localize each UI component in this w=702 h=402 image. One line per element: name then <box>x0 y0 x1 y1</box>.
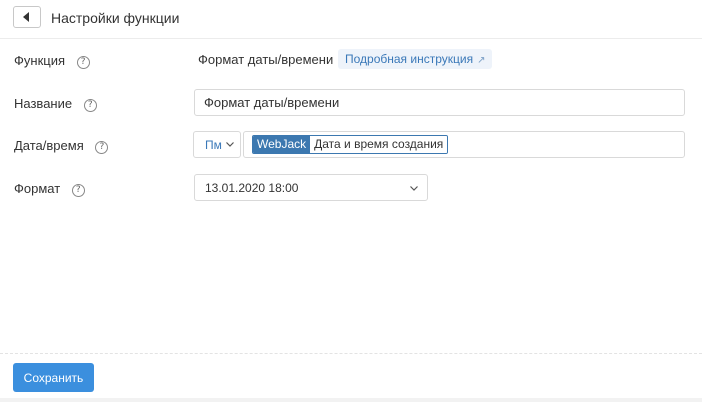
format-label-row: Формат ? <box>14 181 85 197</box>
variable-picker-label: Пм <box>205 138 222 152</box>
documentation-link-text: Подробная инструкция <box>345 52 474 66</box>
help-icon[interactable]: ? <box>83 99 97 112</box>
function-value: Формат даты/времени <box>198 52 334 67</box>
tag-value: Дата и время создания <box>310 136 448 153</box>
datetime-input[interactable]: WebJack Дата и время создания <box>243 131 685 158</box>
help-icon[interactable]: ? <box>71 184 85 197</box>
footer-divider <box>0 353 702 354</box>
name-label-row: Название ? <box>14 96 97 112</box>
save-button[interactable]: Сохранить <box>13 363 94 392</box>
name-input[interactable] <box>194 89 685 116</box>
bottom-border <box>0 398 702 402</box>
page-title: Настройки функции <box>51 10 180 26</box>
header: Настройки функции <box>0 0 702 39</box>
name-label: Название <box>14 96 73 111</box>
documentation-link[interactable]: Подробная инструкция ↗ <box>338 49 493 69</box>
external-link-icon: ↗ <box>477 55 486 66</box>
function-label: Функция <box>14 53 65 68</box>
format-label: Формат <box>14 181 61 196</box>
tag-source: WebJack <box>253 136 311 153</box>
chevron-down-icon <box>410 186 418 191</box>
variable-tag[interactable]: WebJack Дата и время создания <box>252 135 449 154</box>
format-selected-value: 13.01.2020 18:00 <box>205 181 299 195</box>
back-arrow-icon <box>23 12 29 22</box>
back-button[interactable] <box>13 6 41 28</box>
format-select[interactable]: 13.01.2020 18:00 <box>194 174 428 201</box>
datetime-label-row: Дата/время ? <box>14 138 109 154</box>
help-icon[interactable]: ? <box>95 141 109 154</box>
function-label-row: Функция ? <box>14 53 90 69</box>
variable-picker-button[interactable]: Пм <box>193 131 241 158</box>
datetime-label: Дата/время <box>14 138 84 153</box>
help-icon[interactable]: ? <box>76 56 90 69</box>
chevron-down-icon <box>226 142 234 147</box>
